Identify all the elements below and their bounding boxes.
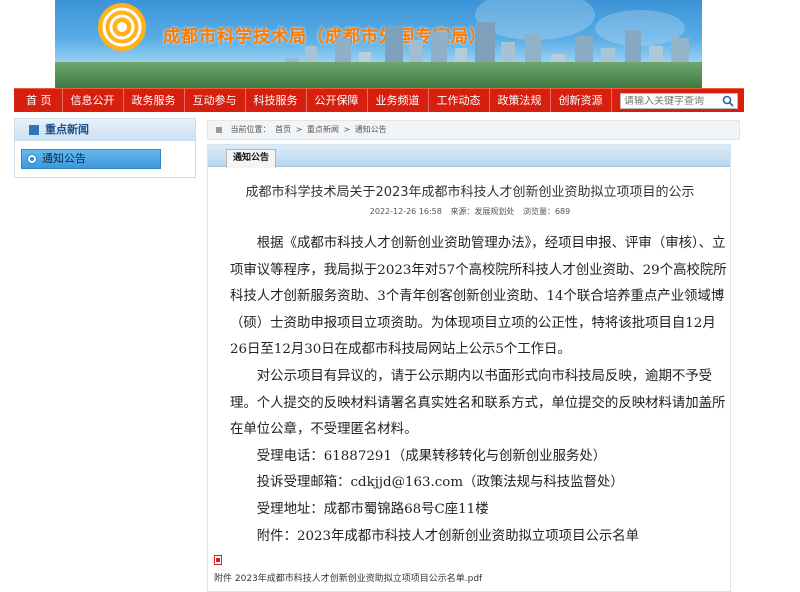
view-count: 浏览量：689 [522, 207, 571, 216]
nav-item-public-guarantee[interactable]: 公开保障 [307, 88, 368, 113]
breadcrumb-key-news[interactable]: 重点新闻 [307, 125, 339, 134]
search-input[interactable] [621, 95, 721, 107]
paragraph-1-first-line: 根据《成都市科技人才创新创业资助管理办法》，经项目申报、评审（审核）、立 [256, 236, 726, 251]
breadcrumb-separator: > [343, 125, 351, 134]
sidebar-heading-label: 重点新闻 [45, 123, 89, 136]
publish-date: 2022-12-26 16:58 [369, 207, 442, 216]
nav-item-innovation[interactable]: 创新资源 [551, 88, 612, 113]
attachment-link[interactable]: 附件 2023年成都市科技人才创新创业资助拟立项项目公示名单.pdf [214, 574, 482, 584]
nav-item-home[interactable]: 首 页 [14, 88, 63, 113]
attachment-label: 附件：2023年成都市科技人才创新创业资助拟立项项目公示名单 [256, 528, 640, 544]
logo-icon [98, 3, 146, 51]
contact-address: 受理地址：成都市蜀锦路68号C座11楼 [256, 501, 489, 517]
article-panel: 通知公告 成都市科学技术局关于2023年成都市科技人才创新创业资助拟立项项目的公… [207, 144, 731, 592]
nav-item-business-channel[interactable]: 业务频道 [368, 88, 429, 113]
breadcrumb-separator: > [295, 125, 303, 134]
heading-marker-icon [29, 125, 39, 135]
nav-item-work-news[interactable]: 工作动态 [429, 88, 490, 113]
article-title: 成都市科学技术局关于2023年成都市科技人才创新创业资助拟立项项目的公示 [245, 185, 695, 200]
radio-bullet-icon [27, 154, 37, 164]
attachment: 附件 2023年成都市科技人才创新创业资助拟立项项目公示名单.pdf [214, 555, 482, 584]
hill-decoration [55, 62, 702, 88]
breadcrumb-home[interactable]: 首页 [275, 125, 291, 134]
nav-item-tech-service[interactable]: 科技服务 [246, 88, 307, 113]
header-banner: 成都市科学技术局（成都市外国专家局） [55, 0, 702, 88]
article-meta: 2022-12-26 16:58 来源：发展规划处 浏览量：689 [208, 206, 732, 217]
nav-item-policy[interactable]: 政策法规 [490, 88, 551, 113]
sidebar-heading: 重点新闻 [15, 119, 195, 141]
nav-item-interaction[interactable]: 互动参与 [185, 88, 246, 113]
contact-email: 投诉受理邮箱：cdkjjd@163.com（政策法规与科技监督处） [256, 475, 624, 491]
sidebar-item-notices[interactable]: 通知公告 [21, 149, 161, 169]
location-icon [216, 126, 222, 133]
paragraph-1: 项审议等程序，我局拟于2023年对57个高校院所科技人才创业资助、29个高校院所… [230, 262, 727, 358]
sidebar-item-label: 通知公告 [42, 152, 86, 165]
nav-item-info-public[interactable]: 信息公开 [63, 88, 124, 113]
tab-notices[interactable]: 通知公告 [226, 149, 277, 168]
pdf-icon [214, 555, 222, 565]
breadcrumb-notices[interactable]: 通知公告 [355, 125, 387, 134]
article-source: 来源：发展规划处 [450, 207, 515, 216]
nav-item-gov-service[interactable]: 政务服务 [124, 88, 185, 113]
search-box [620, 93, 738, 109]
sidebar: 重点新闻 通知公告 [14, 118, 196, 178]
breadcrumb: 当前位置： 首页 > 重点新闻 > 通知公告 [207, 120, 740, 140]
article-body: 根据《成都市科技人才创新创业资助管理办法》，经项目申报、评审（审核）、立 项审议… [230, 231, 730, 550]
breadcrumb-prefix: 当前位置： [230, 125, 271, 134]
article-tabbar: 通知公告 [208, 145, 730, 168]
paragraph-2: 对公示项目有异议的，请于公示期内以书面形式向市科技局反映，逾期不予受理。个人提交… [230, 368, 726, 438]
search-icon[interactable] [721, 94, 735, 108]
main-nav: 首 页 信息公开 政务服务 互动参与 科技服务 公开保障 业务频道 工作动态 政… [14, 88, 744, 113]
contact-phone: 受理电话：61887291（成果转移转化与创新创业服务处） [256, 448, 607, 464]
